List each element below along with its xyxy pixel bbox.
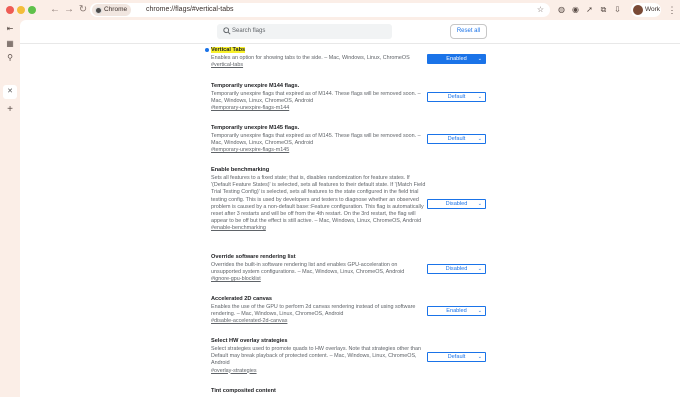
cursor-extension-icon[interactable]: ➚ — [584, 4, 595, 15]
chevron-down-icon: ⌄ — [477, 56, 482, 62]
flag-title: Accelerated 2D canvas — [211, 296, 272, 302]
back-arrow-icon[interactable]: ← — [48, 3, 62, 17]
address-bar[interactable]: Chrome chrome://flags/#vertical-tabs ☆ — [90, 3, 550, 17]
url-text[interactable]: chrome://flags/#vertical-tabs — [146, 3, 234, 17]
extensions-puzzle-icon[interactable]: ⧉ — [598, 4, 609, 15]
chevron-down-icon: ⌄ — [477, 136, 482, 142]
flag-item-unexpire-m145: Temporarily unexpire M145 flags. Tempora… — [211, 124, 426, 155]
flag-link[interactable]: #disable-accelerated-2d-canvas — [211, 318, 426, 325]
chevron-down-icon: ⌄ — [477, 201, 482, 207]
flags-page: Search flags Reset all Vertical Tabs Ena… — [20, 20, 680, 397]
search-placeholder: Search flags — [232, 28, 266, 34]
reload-icon[interactable]: ↻ — [76, 3, 90, 17]
more-menu-icon[interactable]: ⋮ — [667, 3, 677, 17]
browser-window: ← → ↻ Chrome chrome://flags/#vertical-ta… — [0, 0, 680, 397]
search-flags-input[interactable]: Search flags — [217, 24, 392, 39]
flag-title: Enable benchmarking — [211, 167, 270, 173]
site-info-chip[interactable]: Chrome — [92, 4, 132, 16]
flag-link[interactable]: #temporary-unexpire-flags-m144 — [211, 105, 426, 112]
flag-title-text: Vertical Tabs — [211, 47, 246, 53]
search-icon — [223, 27, 231, 35]
flag-title: Vertical Tabs — [211, 46, 426, 54]
chevron-down-icon: ⌄ — [477, 94, 482, 100]
flag-title: Temporarily unexpire M145 flags. — [211, 125, 300, 131]
profile-label: Work — [645, 6, 661, 13]
close-window-button[interactable] — [6, 6, 14, 14]
flag-state-select[interactable]: Default ⌄ — [427, 134, 486, 144]
avatar — [633, 5, 643, 15]
flag-state-value: Enabled — [446, 56, 467, 62]
title-bar: ← → ↻ Chrome chrome://flags/#vertical-ta… — [0, 0, 680, 20]
flag-state-value: Enabled — [446, 308, 467, 314]
collapse-sidebar-icon[interactable]: ⇤ — [4, 23, 16, 35]
flag-state-value: Default — [447, 136, 466, 142]
profile-button[interactable]: Work — [631, 3, 661, 17]
flag-item-accelerated-2d-canvas: Accelerated 2D canvas Enables the use of… — [211, 295, 426, 326]
flag-state-value: Default — [447, 354, 466, 360]
tab-groups-icon[interactable]: ▦ — [4, 38, 16, 50]
flag-title: Select HW overlay strategies — [211, 338, 288, 344]
flag-link[interactable]: #overlay-strategies — [211, 368, 426, 375]
flag-item-tint-composited-content: Tint composited content — [211, 387, 426, 395]
tab-search-icon[interactable]: ⚲ — [4, 52, 16, 64]
flag-state-select[interactable]: Enabled ⌄ — [427, 54, 486, 64]
flag-link[interactable]: #ignore-gpu-blocklist — [211, 276, 426, 283]
flag-state-select[interactable]: Default ⌄ — [427, 352, 486, 362]
forward-arrow-icon[interactable]: → — [62, 3, 76, 17]
flag-title: Temporarily unexpire M144 flags. — [211, 83, 300, 89]
flag-description: Select strategies used to promote quads … — [211, 346, 422, 367]
minimize-window-button[interactable] — [17, 6, 25, 14]
reset-all-button[interactable]: Reset all — [450, 24, 487, 39]
header-divider — [20, 43, 680, 44]
flag-state-select[interactable]: Disabled ⌄ — [427, 199, 486, 209]
flag-description: Sets all features to a fixed state; that… — [211, 175, 426, 225]
globe-extension-icon[interactable]: ◍ — [556, 4, 567, 15]
flag-title: Tint composited content — [211, 388, 276, 394]
flag-description: Enables the use of the GPU to perform 2d… — [211, 304, 416, 318]
eye-extension-icon[interactable]: ◉ — [570, 4, 581, 15]
modified-indicator-dot — [205, 48, 209, 52]
flag-description: Temporarily unexpire flags that expired … — [211, 91, 421, 105]
flag-state-select[interactable]: Enabled ⌄ — [427, 306, 486, 316]
flag-item-vertical-tabs: Vertical Tabs Enables an option for show… — [211, 46, 426, 69]
flag-state-value: Disabled — [445, 201, 468, 207]
vertical-tab-flags[interactable]: ✕ — [3, 85, 17, 99]
chevron-down-icon: ⌄ — [477, 354, 482, 360]
flag-link[interactable]: #vertical-tabs — [211, 62, 426, 69]
site-chip-label: Chrome — [104, 6, 128, 13]
bookmark-star-icon[interactable]: ☆ — [537, 3, 544, 17]
vertical-tab-rail: ⇤ ▦ ⚲ ✕ + — [0, 20, 20, 397]
flag-state-select[interactable]: Default ⌄ — [427, 92, 486, 102]
flag-item-overlay-strategies: Select HW overlay strategies Select stra… — [211, 337, 426, 375]
flag-state-select[interactable]: Disabled ⌄ — [427, 264, 486, 274]
flag-description: Enables an option for showing tabs to th… — [211, 55, 410, 61]
chrome-logo-icon — [95, 6, 102, 14]
flag-item-enable-benchmarking: Enable benchmarking Sets all features to… — [211, 166, 426, 233]
flag-description: Temporarily unexpire flags that expired … — [211, 133, 421, 147]
flag-state-value: Default — [447, 94, 466, 100]
flag-item-ignore-gpu-blocklist: Override software rendering list Overrid… — [211, 253, 426, 284]
flag-link[interactable]: #enable-benchmarking — [211, 225, 426, 232]
flag-link[interactable]: #temporary-unexpire-flags-m145 — [211, 147, 426, 154]
flag-title: Override software rendering list — [211, 254, 296, 260]
flag-state-value: Disabled — [445, 266, 468, 272]
flag-description: Overrides the built-in software renderin… — [211, 262, 405, 276]
flag-item-unexpire-m144: Temporarily unexpire M144 flags. Tempora… — [211, 82, 426, 113]
fullscreen-window-button[interactable] — [28, 6, 36, 14]
chevron-down-icon: ⌄ — [477, 266, 482, 272]
downloads-icon[interactable]: ⇩ — [612, 4, 623, 15]
chevron-down-icon: ⌄ — [477, 308, 482, 314]
new-tab-plus-icon[interactable]: + — [4, 104, 16, 116]
